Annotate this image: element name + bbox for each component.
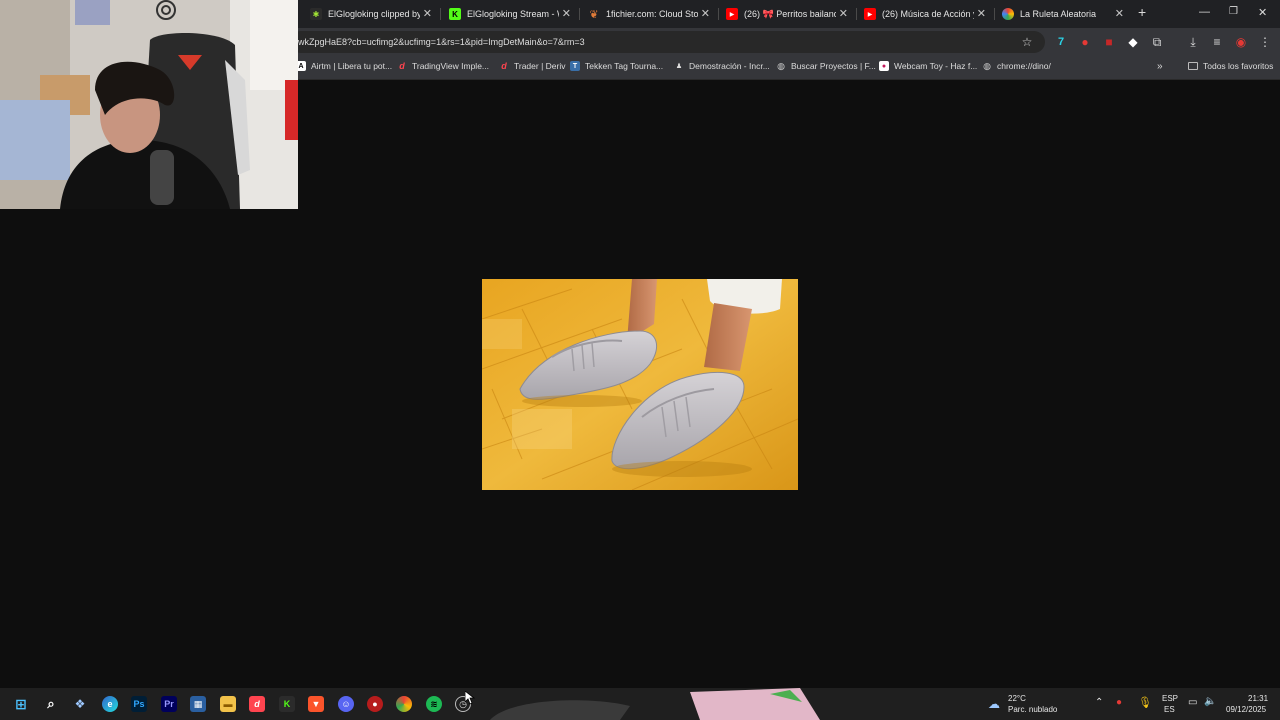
file-explorer-icon[interactable]: ▬ [220,696,236,712]
extension-icon[interactable]: ◆ [1126,35,1140,49]
bookmark-item[interactable]: A Airtm | Libera tu pot... [296,61,392,71]
youtube-icon: ▶ [726,8,738,20]
webcam-toy-icon: ● [879,61,889,71]
tab-title: ElGlogloking clipped by k [328,9,420,19]
restore-button[interactable]: ❐ [1229,6,1238,17]
app-icon[interactable]: ● [367,696,383,712]
avatar[interactable]: ◉ [1234,35,1248,49]
bookmark-item[interactable]: ● Webcam Toy - Haz f... [879,61,977,71]
tab-perritos-bailando[interactable]: ▶ (26) 🎀 Perritos bailando ✕ [726,0,856,28]
temperature-text[interactable]: 22°C [1008,694,1026,703]
windows-start-icon[interactable]: ⊞ [13,696,29,712]
deriv-icon: d [501,61,507,71]
network-icon[interactable]: ▭ [1188,697,1197,708]
webcam-overlay [0,0,298,209]
close-icon[interactable]: ✕ [701,7,710,20]
close-icon[interactable]: ✕ [839,7,848,20]
url-text[interactable]: wkZpgHaE8?cb=ucfimg2&ucfimg=1&rs=1&pid=I… [298,37,585,47]
all-bookmarks-folder[interactable]: Todos los favoritos [1188,61,1273,71]
bookmark-item[interactable]: T Tekken Tag Tourna... [570,61,663,71]
folder-icon [1188,62,1198,70]
tab-title: (26) Música de Acción y S [882,9,974,19]
microphone-icon[interactable]: 🎙 [1138,696,1152,709]
language-text[interactable]: ESP [1162,694,1178,703]
volume-icon[interactable]: 🔈 [1204,696,1216,707]
tab-title: ElGlogloking Stream - We [467,9,559,19]
search-icon[interactable]: ⌕ [43,696,59,712]
shoes-image [482,279,798,490]
incr-icon: ♟ [675,63,683,70]
extension-icon[interactable]: 7 [1054,35,1068,49]
deriv-icon[interactable]: d [249,696,265,712]
star-icon[interactable]: ☆ [1020,35,1034,49]
mouse-cursor-icon [465,691,475,705]
extension-icon[interactable]: ■ [1102,35,1116,49]
bookmark-item[interactable]: d Trader | Deriv [499,61,565,71]
close-icon[interactable]: ✕ [977,7,986,20]
bookmark-item[interactable]: ♟ Demostración - Incr... [674,61,770,71]
bookmark-item[interactable]: d TradingView Imple... [397,61,489,71]
close-window-button[interactable]: ✕ [1258,6,1267,19]
clock-date[interactable]: 09/12/2025 [1226,705,1266,714]
menu-icon[interactable]: ⋮ [1258,35,1272,49]
tab-musica-accion[interactable]: ▶ (26) Música de Acción y S ✕ [864,0,994,28]
bookmark-item[interactable]: ◍ chrome://dino/ [982,60,1051,72]
minimize-button[interactable]: — [1199,6,1210,18]
tab-title: La Ruleta Aleatoria [1020,9,1097,19]
brave-icon[interactable]: ▼ [308,696,324,712]
close-icon[interactable]: ✕ [423,7,432,20]
tab-elglogloking-stream[interactable]: K ElGlogloking Stream - We ✕ [449,0,579,28]
chevron-right-icon[interactable]: » [1157,61,1163,72]
kick-icon[interactable]: K [279,696,295,712]
kick-icon: K [449,8,461,20]
store-icon[interactable]: ▦ [190,696,206,712]
tab-title: 1fichier.com: Cloud Storage [606,9,698,19]
tab-1fichier[interactable]: ❦ 1fichier.com: Cloud Storage ✕ [588,0,718,28]
edge-icon[interactable]: e [102,696,118,712]
tab-elglogloking-clip[interactable]: ✱ ElGlogloking clipped by k ✕ [310,0,440,28]
bookmark-item[interactable]: ◍ Buscar Proyectos | F... [776,60,876,72]
tab-title: (26) 🎀 Perritos bailando [744,8,836,19]
extension-icon[interactable]: ● [1078,35,1092,49]
weather-icon: ☁ [988,697,1000,711]
weather-text[interactable]: Parc. nublado [1008,705,1057,714]
1fichier-icon: ❦ [589,8,599,21]
twitch-clip-icon: ✱ [310,8,322,20]
close-icon[interactable]: ✕ [562,7,571,20]
taskbar: ⊞ ⌕ ❖ e Ps Pr ▦ ▬ d K ▼ ☺ ● ≋ ◷ ☁ 22°C P… [0,688,1280,720]
chrome-icon[interactable] [396,696,412,712]
discord-icon[interactable]: ☺ [338,696,354,712]
tekken-icon: T [570,61,580,71]
address-bar[interactable]: wkZpgHaE8?cb=ucfimg2&ucfimg=1&rs=1&pid=I… [290,31,1045,53]
photoshop-icon[interactable]: Ps [131,696,147,712]
ruleta-icon [1002,8,1014,20]
globe-icon: ◍ [777,60,785,71]
spotify-icon[interactable]: ≋ [426,696,442,712]
globe-icon: ◍ [983,60,991,71]
record-icon[interactable]: ● [1116,697,1122,708]
chevron-up-icon[interactable]: ⌃ [1095,697,1103,708]
youtube-icon: ▶ [864,8,876,20]
close-icon[interactable]: ✕ [1115,7,1124,20]
deriv-icon: d [399,61,405,71]
premiere-icon[interactable]: Pr [161,696,177,712]
media-icon[interactable]: ≡ [1210,35,1224,49]
clock-time[interactable]: 21:31 [1248,694,1268,703]
tab-ruleta-aleatoria[interactable]: La Ruleta Aleatoria ✕ [1002,0,1132,28]
puzzle-icon[interactable]: ⧉ [1150,35,1164,49]
copilot-icon[interactable]: ❖ [72,696,88,712]
download-icon[interactable]: ⤓ [1186,35,1200,49]
taskbar-background-photo [490,688,820,720]
screen: ✱ ElGlogloking clipped by k ✕ K ElGloglo… [0,0,1280,720]
new-tab-button[interactable]: + [1138,4,1146,20]
keyboard-layout-text[interactable]: ES [1164,705,1175,714]
